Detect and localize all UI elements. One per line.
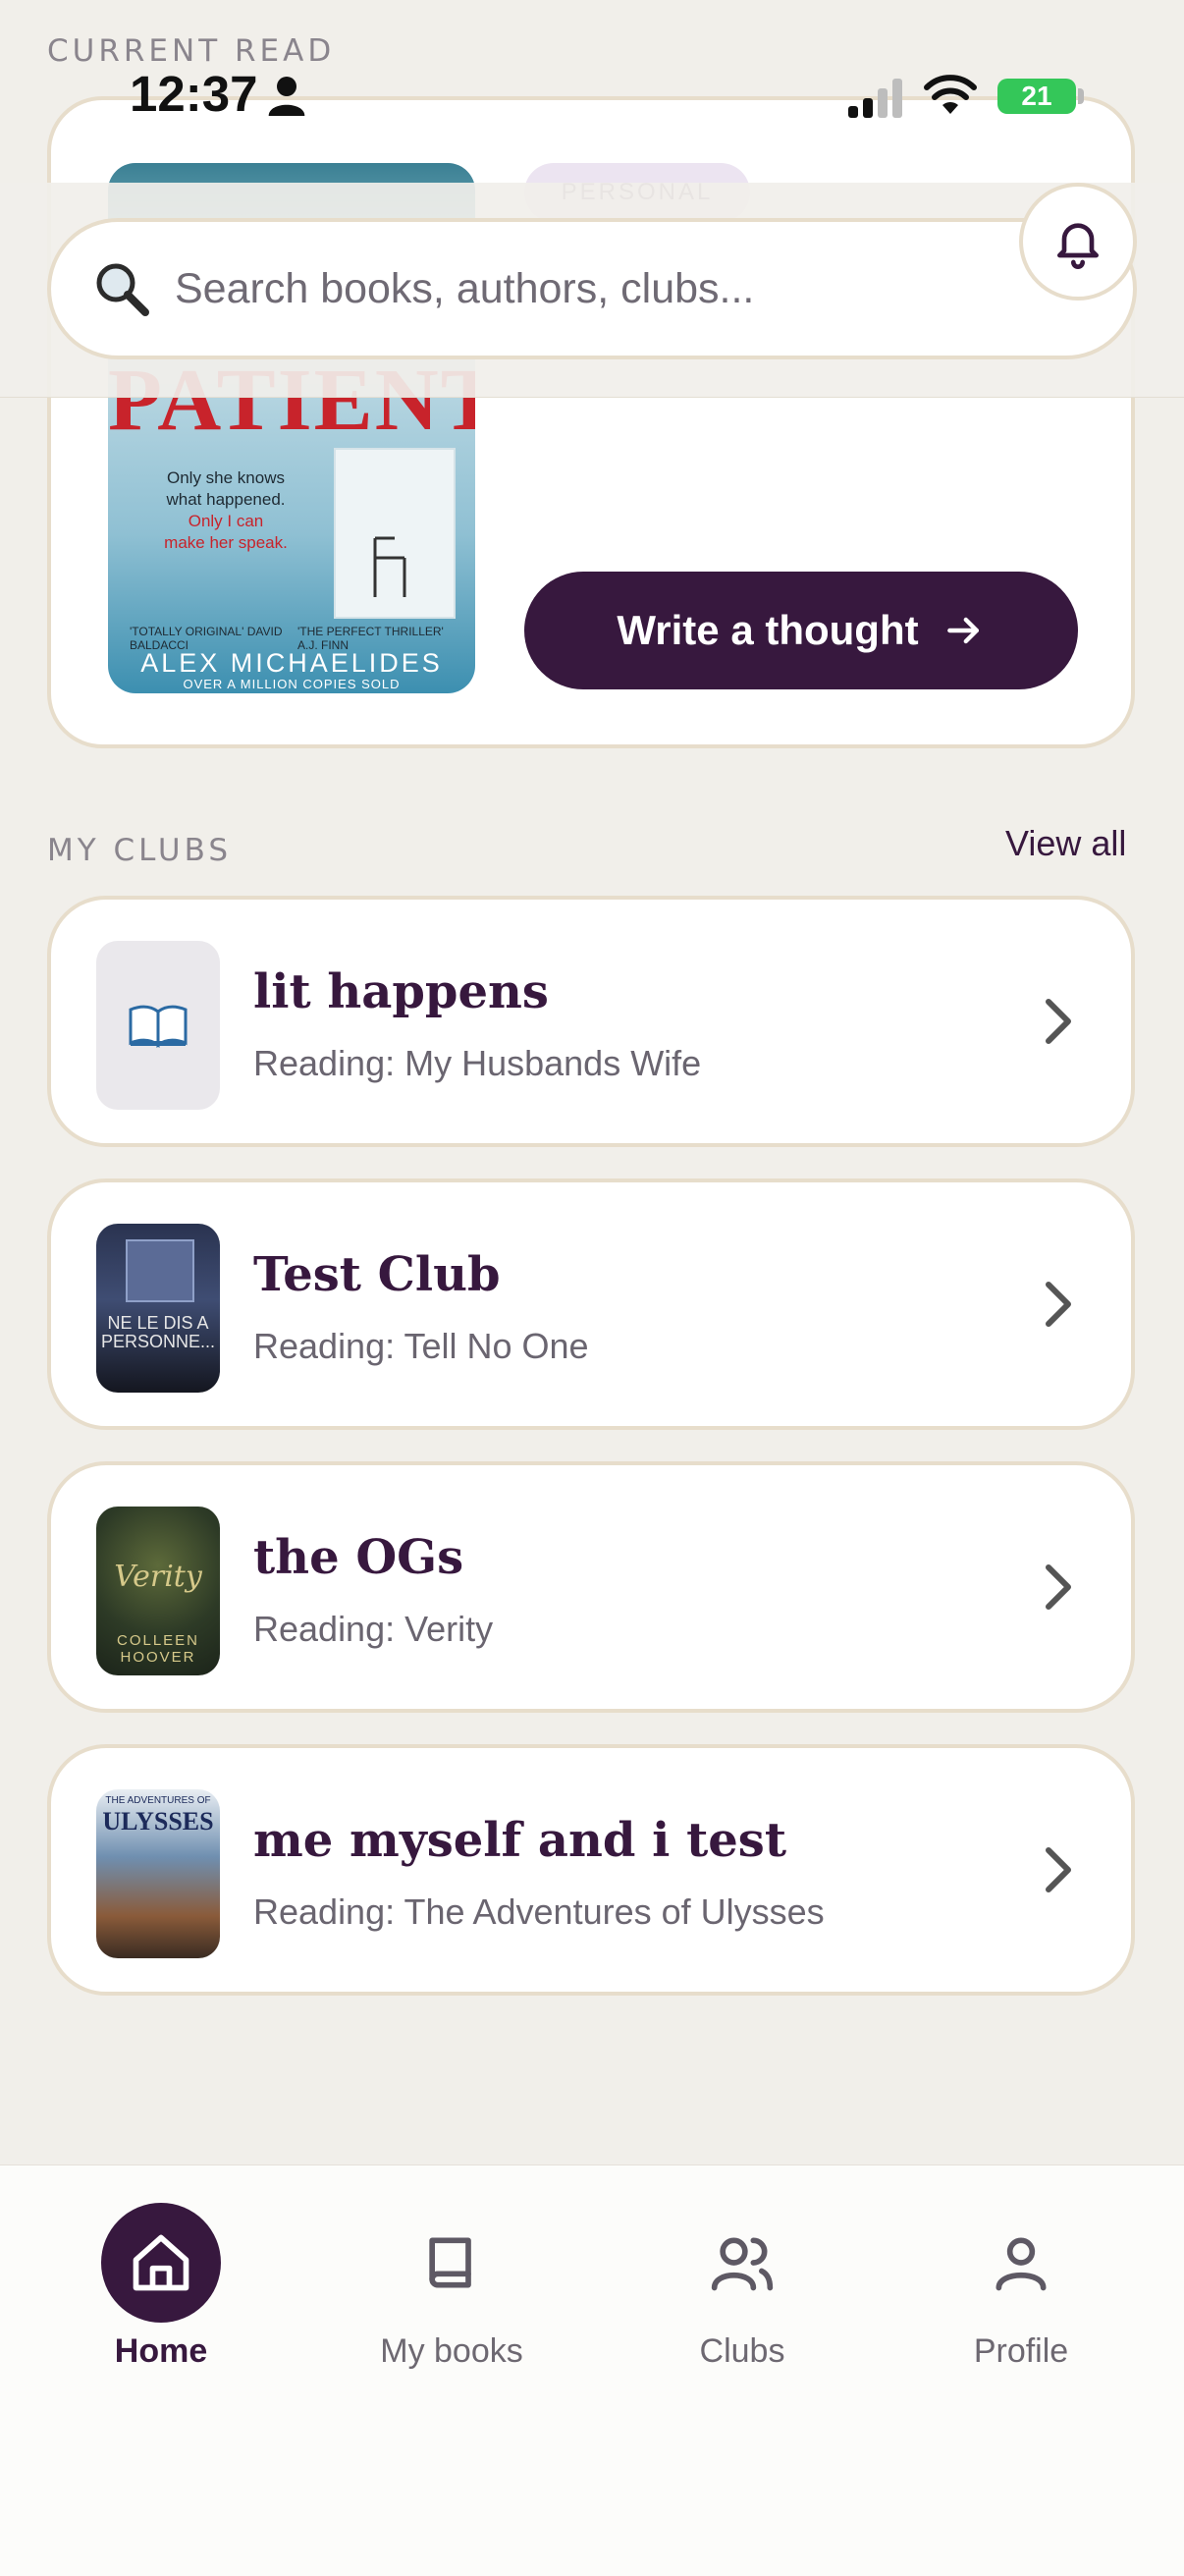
arrow-right-icon [946,617,979,644]
club-card[interactable]: THE ADVENTURES OF ULYSSES me myself and … [47,1744,1135,1996]
bottom-navigation: Home My books Clubs Profile [0,2165,1184,2576]
nav-label: My books [380,2332,523,2370]
users-icon [711,2237,774,2291]
open-book-icon [129,1005,188,1048]
club-thumb-cover: NE LE DIS A PERSONNE... [96,1224,220,1393]
nav-clubs[interactable]: Clubs [644,2165,840,2371]
battery-tip [1078,88,1084,104]
club-card[interactable]: NE LE DIS A PERSONNE... Test Club Readin… [47,1178,1135,1430]
home-icon-wrap [101,2203,221,2323]
person-icon-wrap [961,2203,1081,2323]
nav-profile[interactable]: Profile [923,2165,1119,2371]
bell-icon [1057,223,1099,269]
cover-tagline: Only she knows what happened. Only I can… [164,468,288,552]
person-icon [996,2237,1047,2291]
club-thumb-cover: THE ADVENTURES OF ULYSSES [96,1789,220,1958]
person-status-icon [268,77,305,116]
cover-building [126,1239,194,1302]
club-reading: Reading: Verity [253,1609,494,1649]
club-name: lit happens [253,964,549,1019]
club-reading: Reading: The Adventures of Ulysses [253,1891,825,1932]
search-bar[interactable] [47,218,1137,359]
chevron-right-icon [1046,1564,1071,1610]
nav-home[interactable]: Home [63,2165,259,2371]
search-icon [96,263,149,316]
cover-top-text: THE ADVENTURES OF [105,1795,211,1806]
view-all-link[interactable]: View all [1005,823,1126,864]
nav-label: Home [114,2332,208,2370]
cover-author: COLLEEN HOOVER [116,1632,200,1666]
cover-author-sub: OVER A MILLION COPIES SOLD [183,677,401,691]
chevron-right-icon [1046,1282,1071,1327]
book-icon-wrap [392,2203,511,2323]
club-reading: Reading: Tell No One [253,1326,589,1366]
wifi-icon [924,75,977,114]
write-thought-button[interactable]: Write a thought [524,572,1078,689]
status-time: 12:37 [130,66,258,122]
battery-indicator: 21 [997,79,1076,114]
cellular-signal-icon [848,79,902,118]
book-icon [429,2237,471,2288]
club-name: the OGs [253,1530,464,1585]
chevron-right-icon [1046,1847,1071,1892]
nav-my-books[interactable]: My books [353,2165,550,2371]
club-card[interactable]: Verity COLLEEN HOOVER the OGs Reading: V… [47,1461,1135,1713]
my-clubs-label: MY CLUBS [47,833,232,868]
current-read-label: CURRENT READ [47,33,336,69]
club-name: Test Club [253,1247,501,1302]
write-thought-label: Write a thought [617,607,919,653]
users-icon-wrap [682,2203,802,2323]
club-reading: Reading: My Husbands Wife [253,1043,702,1083]
nav-label: Clubs [699,2332,785,2370]
search-input[interactable] [173,263,962,314]
cover-door-illustration [334,448,456,619]
chevron-right-icon [1046,999,1071,1044]
cover-text: NE LE DIS A PERSONNE... [100,1313,216,1351]
cover-title: Verity [114,1560,202,1594]
club-name: me myself and i test [253,1813,786,1868]
club-thumb-book-emoji [96,941,220,1110]
home-icon [133,2234,189,2291]
club-card[interactable]: lit happens Reading: My Husbands Wife [47,896,1135,1147]
cover-author: ALEX MICHAELIDES [140,648,443,678]
club-thumb-cover: Verity COLLEEN HOOVER [96,1507,220,1675]
nav-label: Profile [973,2332,1069,2370]
notifications-button[interactable] [1019,183,1137,301]
cover-title: ULYSSES [102,1807,214,1836]
